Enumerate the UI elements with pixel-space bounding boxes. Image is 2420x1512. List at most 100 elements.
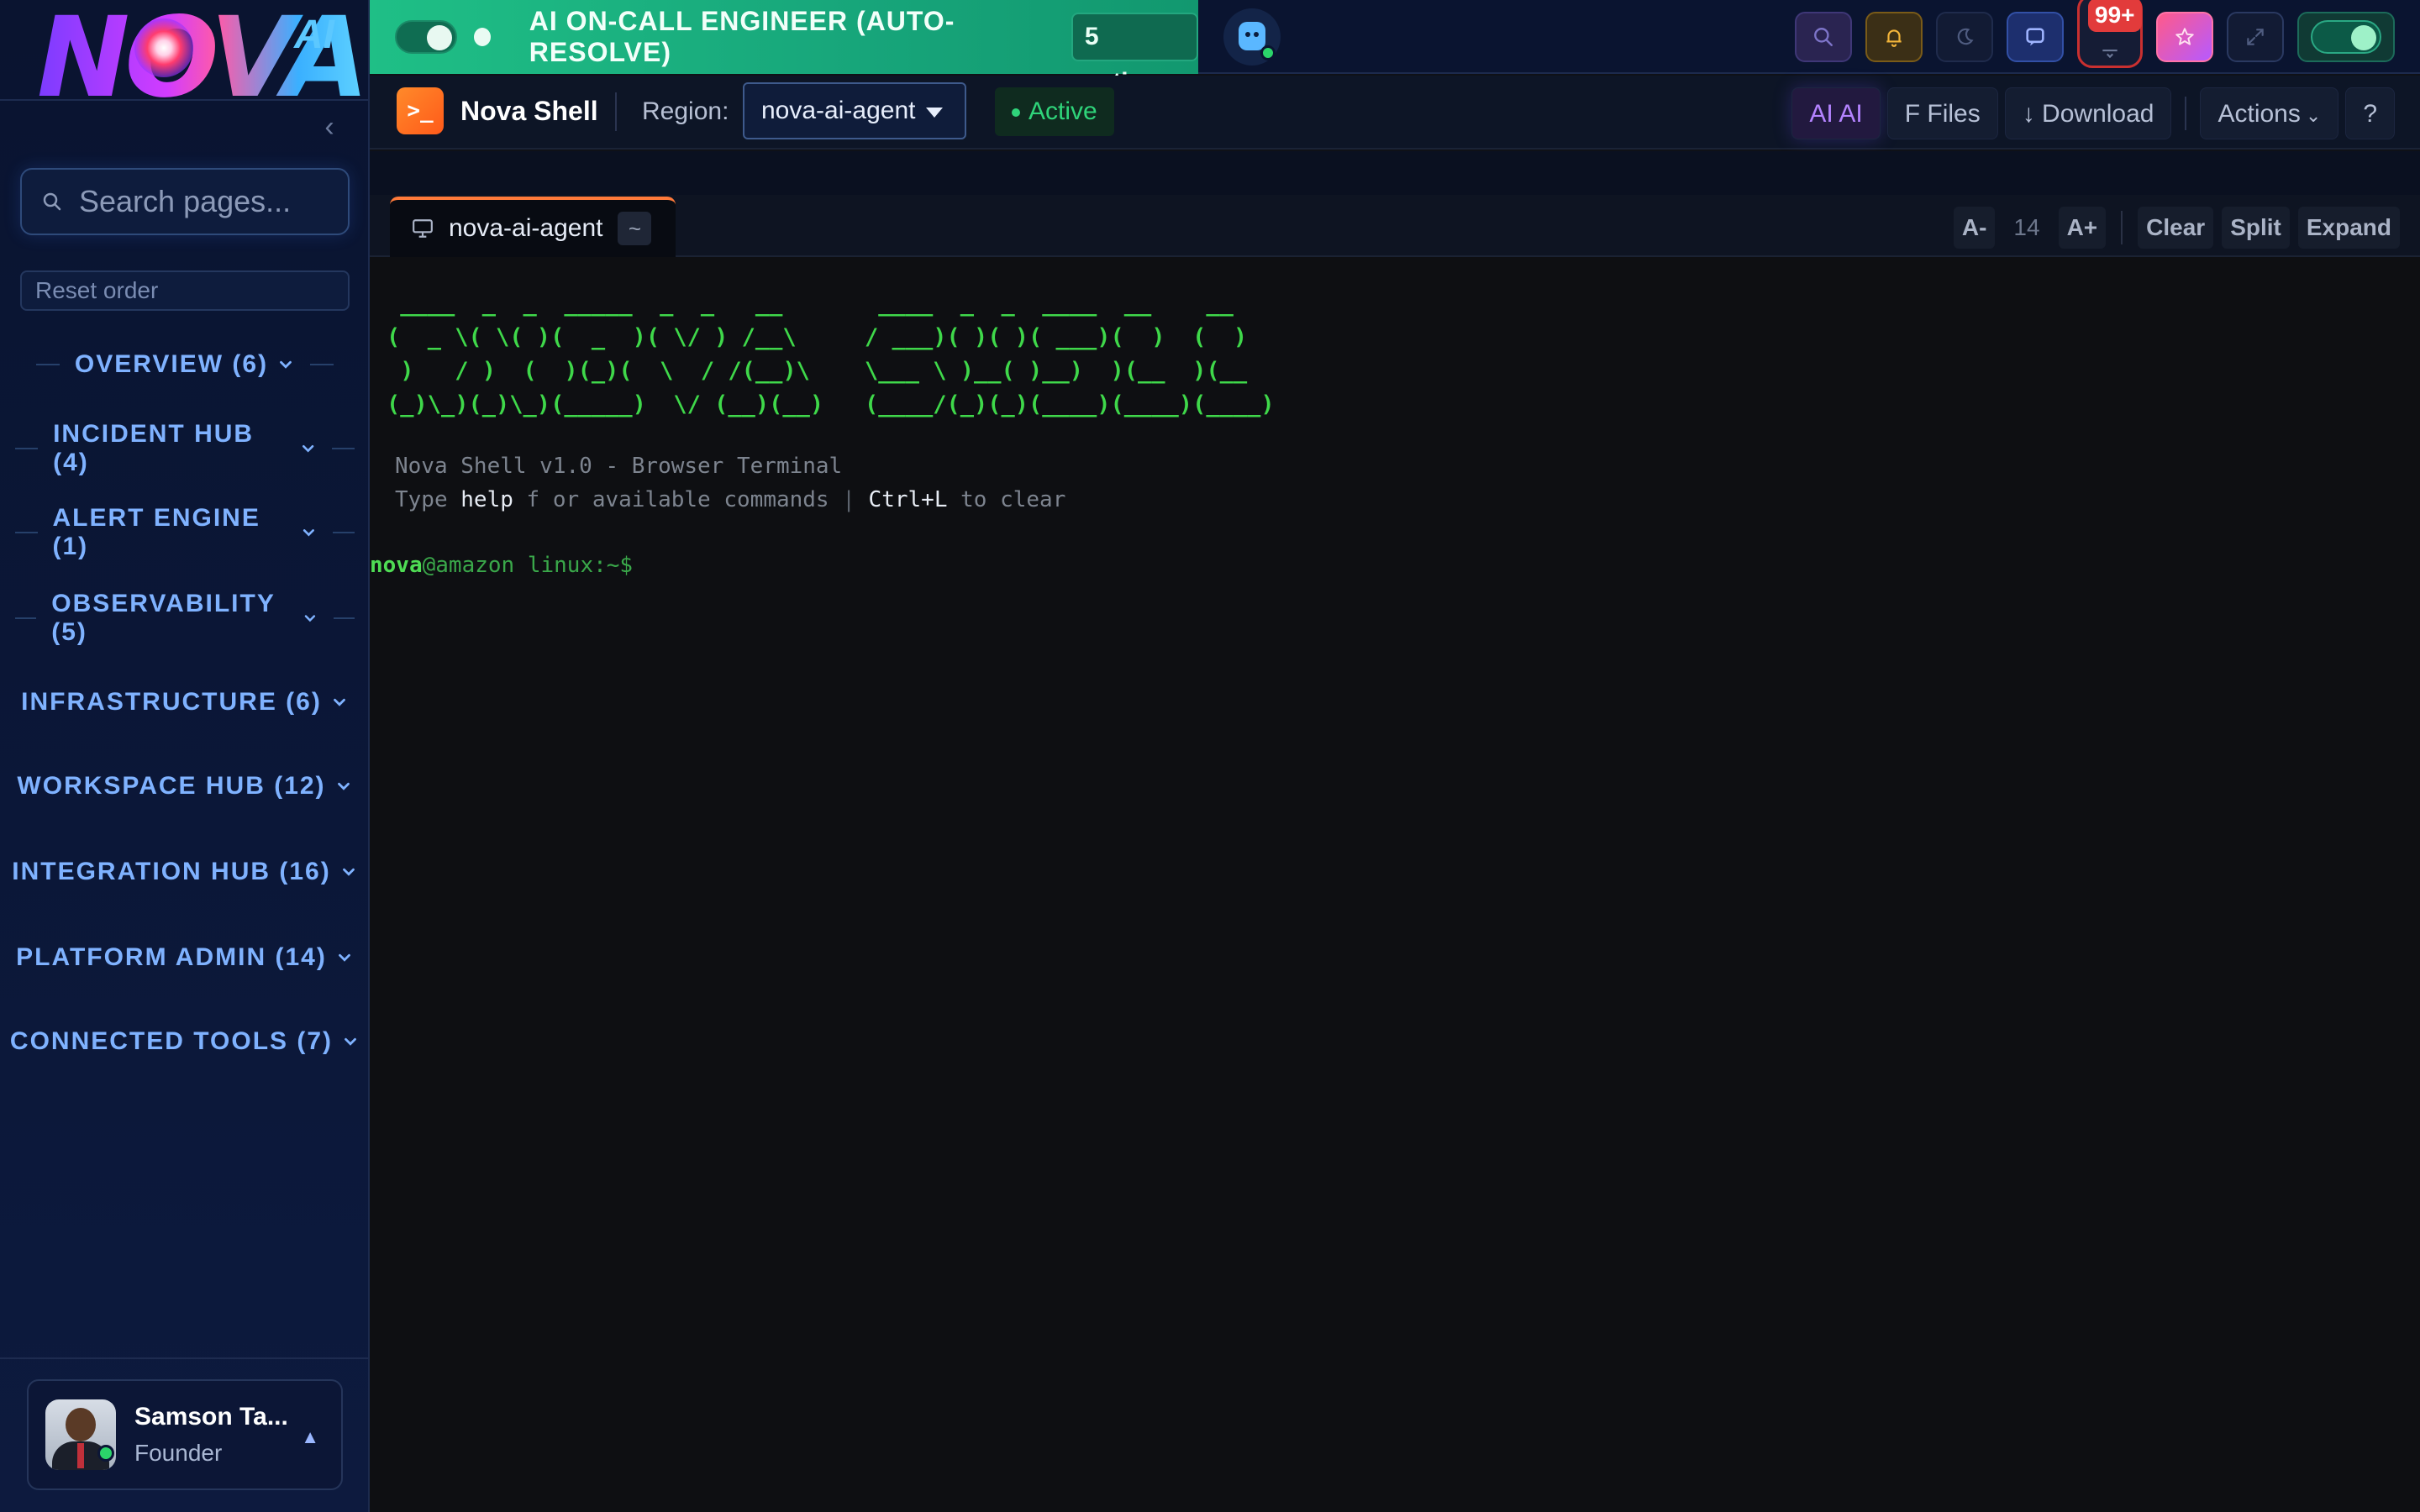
star-icon (2175, 28, 2194, 45)
ai-button[interactable]: AI AI (1791, 87, 1881, 139)
nav-section-connected-tools[interactable]: CONNECTED TOOLS (7) (0, 1016, 370, 1067)
ascii-banner: ____ _ _ _____ _ _ __ ____ _ _ ____ __ _… (387, 291, 1275, 417)
search-icon (1814, 28, 1833, 46)
chevron-down-icon (342, 868, 355, 876)
avatar-head (66, 1408, 96, 1441)
shortcut-key: Ctrl+L (855, 487, 948, 512)
ai-assistant-robot-icon[interactable] (1223, 8, 1281, 66)
user-role: Founder (134, 1440, 223, 1466)
caret-up-icon[interactable]: ▲ (301, 1426, 319, 1448)
download-button[interactable]: ↓ Download (2004, 87, 2172, 139)
online-status-dot (1260, 45, 1276, 60)
files-button[interactable]: F Files (1886, 87, 1998, 139)
chevron-down-icon (333, 698, 345, 706)
actions-menu-button[interactable]: Actions ⌄ (2200, 87, 2339, 139)
user-profile-card[interactable]: Samson Ta... Founder ▲ (27, 1379, 343, 1490)
auto-resolve-toggle[interactable] (395, 20, 457, 54)
sidebar-search[interactable] (20, 168, 350, 235)
divider (333, 617, 355, 619)
logo[interactable]: NOVA AI (0, 0, 370, 123)
help-button[interactable]: ? (2345, 87, 2395, 139)
power-toggle[interactable] (2311, 20, 2381, 54)
nav-section-label: PLATFORM ADMIN (14) (16, 943, 327, 971)
nav-section-label: OBSERVABILITY (5) (51, 590, 276, 646)
theme-toggle-button[interactable] (1936, 12, 1993, 62)
font-increase-button[interactable]: A+ (2058, 207, 2107, 249)
version-line: Nova Shell v1.0 - Browser Terminal (395, 454, 843, 479)
nav-section-label: INFRASTRUCTURE (6) (21, 688, 322, 716)
chat-button[interactable] (2007, 12, 2064, 62)
reset-order-button[interactable]: Reset order (20, 270, 350, 311)
help-line: Type help f or available commands | Ctrl… (395, 487, 1065, 512)
nav-section-label: ALERT ENGINE (1) (52, 504, 260, 560)
prompt-path: :~$ (593, 553, 634, 578)
moon-icon (1957, 28, 1974, 45)
expand-button[interactable]: Expand (2297, 207, 2400, 249)
favorites-button[interactable] (2156, 12, 2213, 62)
nav-section-alert-engine[interactable]: ALERT ENGINE (1) (0, 504, 370, 560)
divider (2185, 97, 2187, 130)
status-dot (473, 28, 491, 46)
chevron-down-icon (338, 953, 350, 962)
inbox-icon (2102, 50, 2118, 58)
nav-section-infrastructure[interactable]: INFRASTRUCTURE (6) (0, 677, 370, 727)
alerts-button[interactable] (1865, 12, 1923, 62)
prompt-user: nova (370, 553, 423, 578)
shell-header-actions: AI AI F Files ↓ Download Actions ⌄ ? (1791, 87, 2395, 139)
nav-section-label: INCIDENT HUB (4) (53, 420, 255, 476)
shell-header: >_ Nova Shell Region: nova-ai-agent Acti… (370, 76, 2420, 150)
actions-count-badge[interactable]: 5 actions (1071, 13, 1198, 96)
power-toggle-button[interactable] (2297, 12, 2395, 62)
nav-section-workspace-hub[interactable]: WORKSPACE HUB (12) (0, 761, 370, 811)
nav-section-integration-hub[interactable]: INTEGRATION HUB (16) (0, 847, 370, 897)
terminal-tab-label: nova-ai-agent (449, 214, 603, 242)
divider (15, 617, 37, 619)
nav-section-observability[interactable]: OBSERVABILITY (5) (0, 590, 370, 646)
chat-icon (2026, 28, 2044, 46)
shell-prompt[interactable]: nova@amazon linux:~$ (370, 553, 633, 578)
bell-icon (1886, 29, 1902, 47)
collapse-sidebar-chevron-left-icon[interactable]: ‹ (316, 113, 343, 141)
chevron-down-icon (337, 782, 350, 790)
ai-oncall-banner: AI ON-CALL ENGINEER (AUTO-RESOLVE) 5 act… (370, 0, 1198, 96)
notifications-button[interactable]: 99+ (2077, 0, 2143, 68)
divider (15, 532, 38, 533)
chevron-down-icon (280, 360, 292, 369)
nav-section-overview[interactable]: OVERVIEW (6) (0, 339, 370, 390)
chevron-down-icon (304, 615, 316, 622)
search-icon (43, 192, 61, 211)
divider (15, 448, 39, 449)
divider (332, 532, 355, 533)
nav-section-incident-hub[interactable]: INCIDENT HUB (4) (0, 420, 370, 476)
status-badge: Active (995, 87, 1114, 136)
global-search-button[interactable] (1795, 12, 1852, 62)
nav-section-platform-admin[interactable]: PLATFORM ADMIN (14) (0, 932, 370, 983)
search-input[interactable] (77, 183, 346, 220)
chevron-down-icon (345, 1037, 356, 1046)
terminal-output[interactable]: ____ _ _ _____ _ _ __ ____ _ _ ____ __ _… (370, 257, 2420, 1512)
clear-button[interactable]: Clear (2138, 207, 2214, 249)
avatar-tie (77, 1443, 84, 1468)
divider (0, 1357, 370, 1359)
sidebar: NOVA AI ‹ Reset order OVERVIEW (6) INCID… (0, 0, 370, 1512)
fullscreen-button[interactable] (2227, 12, 2284, 62)
caret-down-icon (926, 108, 943, 118)
help-line-text: to clear (947, 487, 1066, 512)
status-dot (1012, 108, 1020, 118)
toggle-knob (426, 25, 452, 50)
header-spacer (370, 151, 2420, 195)
terminal-tab[interactable]: nova-ai-agent ~ (390, 197, 676, 257)
help-line-text: f or available commands (513, 487, 843, 512)
font-decrease-button[interactable]: A- (1953, 207, 1996, 249)
region-select[interactable]: nova-ai-agent (743, 82, 966, 139)
split-button[interactable]: Split (2222, 207, 2290, 249)
avatar (45, 1399, 116, 1470)
top-bar: AI ON-CALL ENGINEER (AUTO-RESOLVE) 5 act… (370, 0, 2420, 96)
divider (310, 364, 334, 365)
region-select-value: nova-ai-agent (761, 97, 916, 124)
page-title: Nova Shell (460, 96, 598, 126)
terminal-tab-bar: nova-ai-agent ~ A- 14 A+ Clear Split Exp… (370, 195, 2420, 257)
top-right-actions: 99+ (1795, 0, 2395, 68)
divider (2121, 211, 2123, 244)
nav-section-label: CONNECTED TOOLS (7) (9, 1027, 334, 1055)
